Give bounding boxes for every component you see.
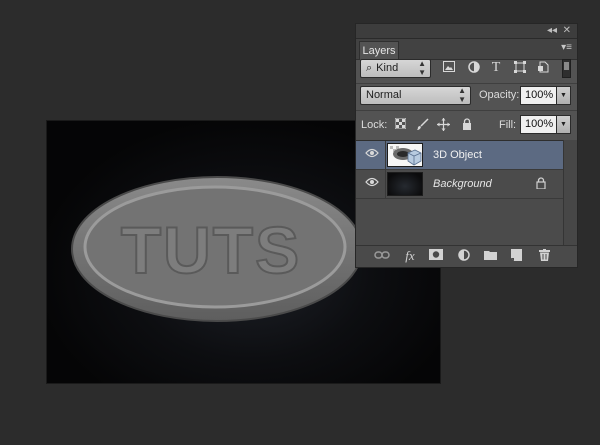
panel-menu-icon[interactable]: ▾≡	[561, 42, 572, 53]
lock-position-icon[interactable]	[437, 118, 450, 131]
group-folder-icon[interactable]	[482, 249, 498, 263]
layer-thumbnail-background	[387, 172, 423, 196]
fx-icon[interactable]: fx	[402, 249, 418, 263]
lock-all-icon[interactable]	[460, 118, 473, 131]
layers-scrollbar[interactable]	[563, 140, 577, 246]
new-layer-icon[interactable]	[508, 249, 524, 264]
image-filter-icon[interactable]	[442, 61, 456, 75]
chevron-updown-icon: ▲ ▼	[458, 86, 466, 104]
layer-name-background[interactable]: Background	[433, 178, 492, 190]
adjustment-layer-icon[interactable]	[456, 249, 472, 264]
collapse-panel-icon[interactable]: ◂◂	[547, 24, 557, 38]
chevron-updown-icon: ▲ ▼	[418, 59, 426, 77]
delete-layer-icon[interactable]	[536, 249, 552, 264]
adjustment-filter-icon[interactable]	[467, 61, 481, 75]
search-icon: ⌕	[366, 62, 373, 74]
opacity-dropdown-arrow[interactable]: ▼	[557, 86, 571, 105]
tuts-text: TUTS	[121, 213, 301, 287]
layer-name-3d-object[interactable]: 3D Object	[433, 149, 482, 161]
opacity-input[interactable]: 100%	[520, 86, 557, 105]
eye-icon[interactable]	[364, 177, 380, 191]
blend-mode-value: Normal	[366, 89, 402, 101]
filter-kind-label: Kind	[376, 62, 399, 74]
tab-layers[interactable]: Layers	[359, 41, 399, 60]
shape-filter-icon[interactable]	[513, 61, 527, 75]
lock-icon	[536, 177, 546, 192]
lock-transparent-pixels-icon[interactable]	[394, 117, 407, 131]
type-filter-icon[interactable]: T	[489, 61, 503, 75]
layers-list: 3D Object Background	[356, 140, 563, 247]
lock-image-pixels-icon[interactable]	[416, 118, 429, 131]
smart-object-filter-icon[interactable]	[536, 61, 550, 75]
fill-dropdown-arrow[interactable]: ▼	[557, 115, 571, 134]
layer-thumbnail-3d-object	[387, 143, 423, 167]
eye-icon[interactable]	[364, 148, 380, 162]
panel-tab-bar: Layers ▾≡	[356, 39, 577, 60]
link-layers-icon[interactable]	[374, 249, 390, 263]
filter-kind-dropdown[interactable]: ⌕ Kind ▲ ▼	[360, 59, 431, 78]
layer-row-3d-object[interactable]: 3D Object	[356, 141, 563, 170]
layer-row-background[interactable]: Background	[356, 170, 563, 199]
fill-input[interactable]: 100%	[520, 115, 557, 134]
filter-toggle[interactable]	[562, 59, 571, 78]
panel-footer: fx	[356, 245, 577, 267]
fill-label: Fill:	[499, 119, 517, 131]
lock-label: Lock:	[361, 119, 388, 131]
blend-mode-dropdown[interactable]: Normal ▲ ▼	[360, 86, 471, 105]
panel-title-bar[interactable]: ◂◂ ✕	[356, 24, 577, 39]
opacity-label: Opacity:	[479, 89, 520, 101]
layers-panel: ◂◂ ✕ Layers ▾≡ ⌕ Kind ▲ ▼ T Normal ▲ ▼ Opac…	[355, 23, 578, 268]
close-icon[interactable]: ✕	[563, 24, 571, 38]
add-mask-icon[interactable]	[428, 249, 444, 263]
